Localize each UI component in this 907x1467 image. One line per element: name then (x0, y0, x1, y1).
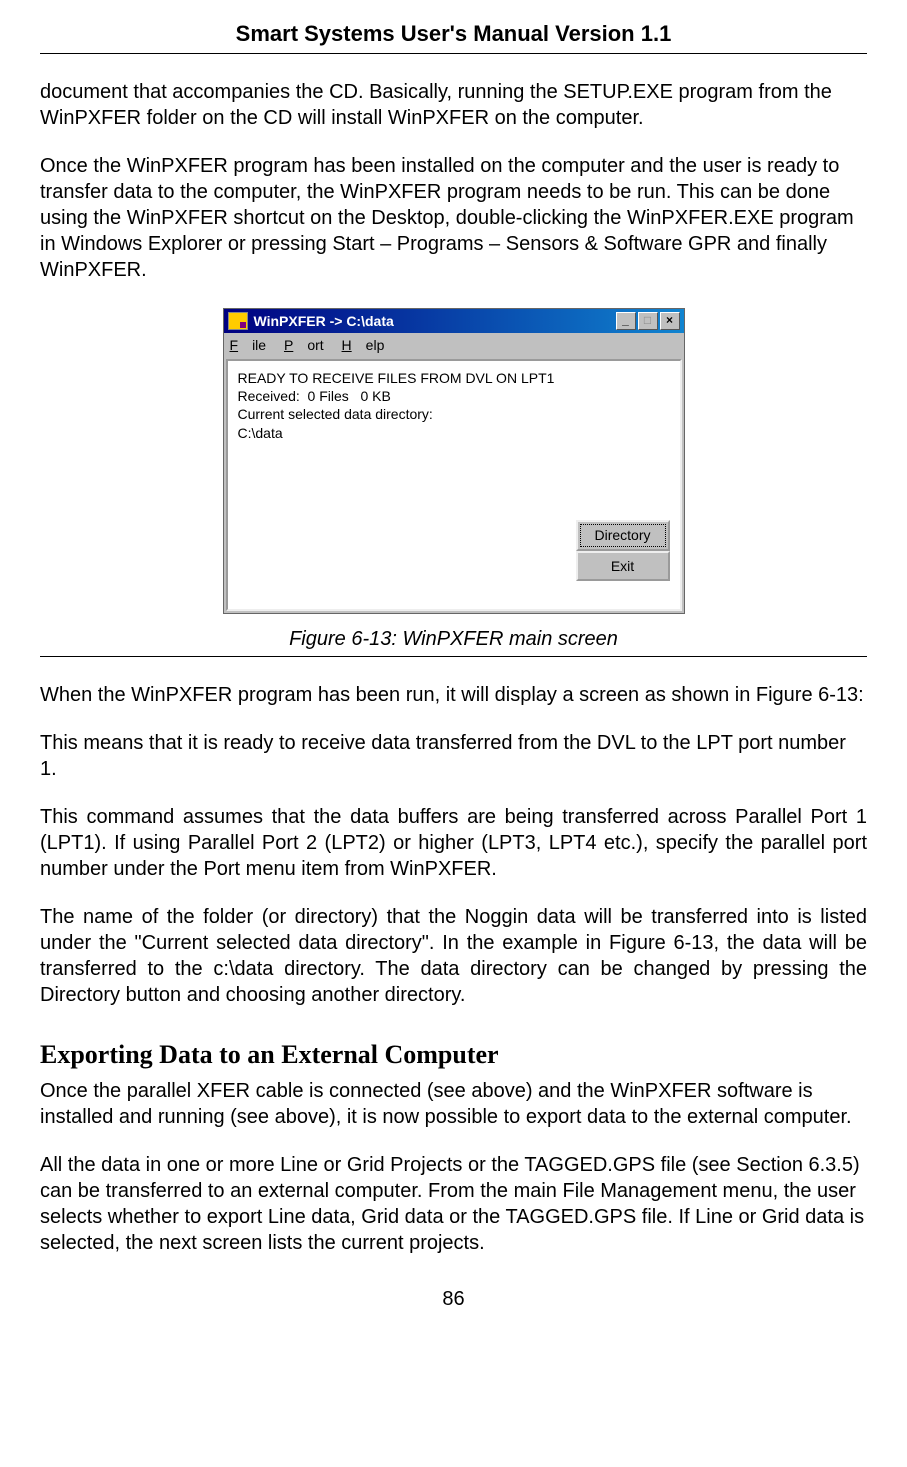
body-paragraph: The name of the folder (or directory) th… (40, 904, 867, 1008)
app-icon (228, 312, 248, 330)
figure-caption: Figure 6-13: WinPXFER main screen (40, 626, 867, 657)
menu-port[interactable]: Port (284, 337, 324, 353)
body-paragraph: Once the WinPXFER program has been insta… (40, 153, 867, 283)
body-paragraph: This means that it is ready to receive d… (40, 730, 867, 782)
minimize-button[interactable]: _ (616, 312, 636, 330)
maximize-button[interactable]: □ (638, 312, 658, 330)
status-line: Current selected data directory: (238, 405, 670, 423)
menu-help[interactable]: Help (342, 337, 385, 353)
status-line: READY TO RECEIVE FILES FROM DVL ON LPT1 (238, 369, 670, 387)
window-controls: _ □ × (614, 312, 680, 330)
status-line: C:\data (238, 424, 670, 442)
winpxfer-window: WinPXFER -> C:\data _ □ × File Port Help… (223, 308, 685, 614)
body-paragraph: document that accompanies the CD. Basica… (40, 79, 867, 131)
body-paragraph: Once the parallel XFER cable is connecte… (40, 1078, 867, 1130)
page-number: 86 (40, 1286, 867, 1312)
figure-container: WinPXFER -> C:\data _ □ × File Port Help… (40, 308, 867, 614)
directory-button[interactable]: Directory (576, 520, 670, 550)
title-bar: WinPXFER -> C:\data _ □ × (224, 309, 684, 333)
menu-file[interactable]: File (230, 337, 267, 353)
document-header: Smart Systems User's Manual Version 1.1 (40, 20, 867, 54)
body-paragraph: All the data in one or more Line or Grid… (40, 1152, 867, 1256)
section-heading: Exporting Data to an External Computer (40, 1038, 867, 1072)
client-area: READY TO RECEIVE FILES FROM DVL ON LPT1 … (226, 359, 682, 611)
body-paragraph: This command assumes that the data buffe… (40, 804, 867, 882)
status-line: Received: 0 Files 0 KB (238, 387, 670, 405)
close-button[interactable]: × (660, 312, 680, 330)
body-paragraph: When the WinPXFER program has been run, … (40, 682, 867, 708)
exit-button[interactable]: Exit (576, 551, 670, 581)
window-title: WinPXFER -> C:\data (254, 312, 394, 330)
menu-bar: File Port Help (224, 333, 684, 357)
